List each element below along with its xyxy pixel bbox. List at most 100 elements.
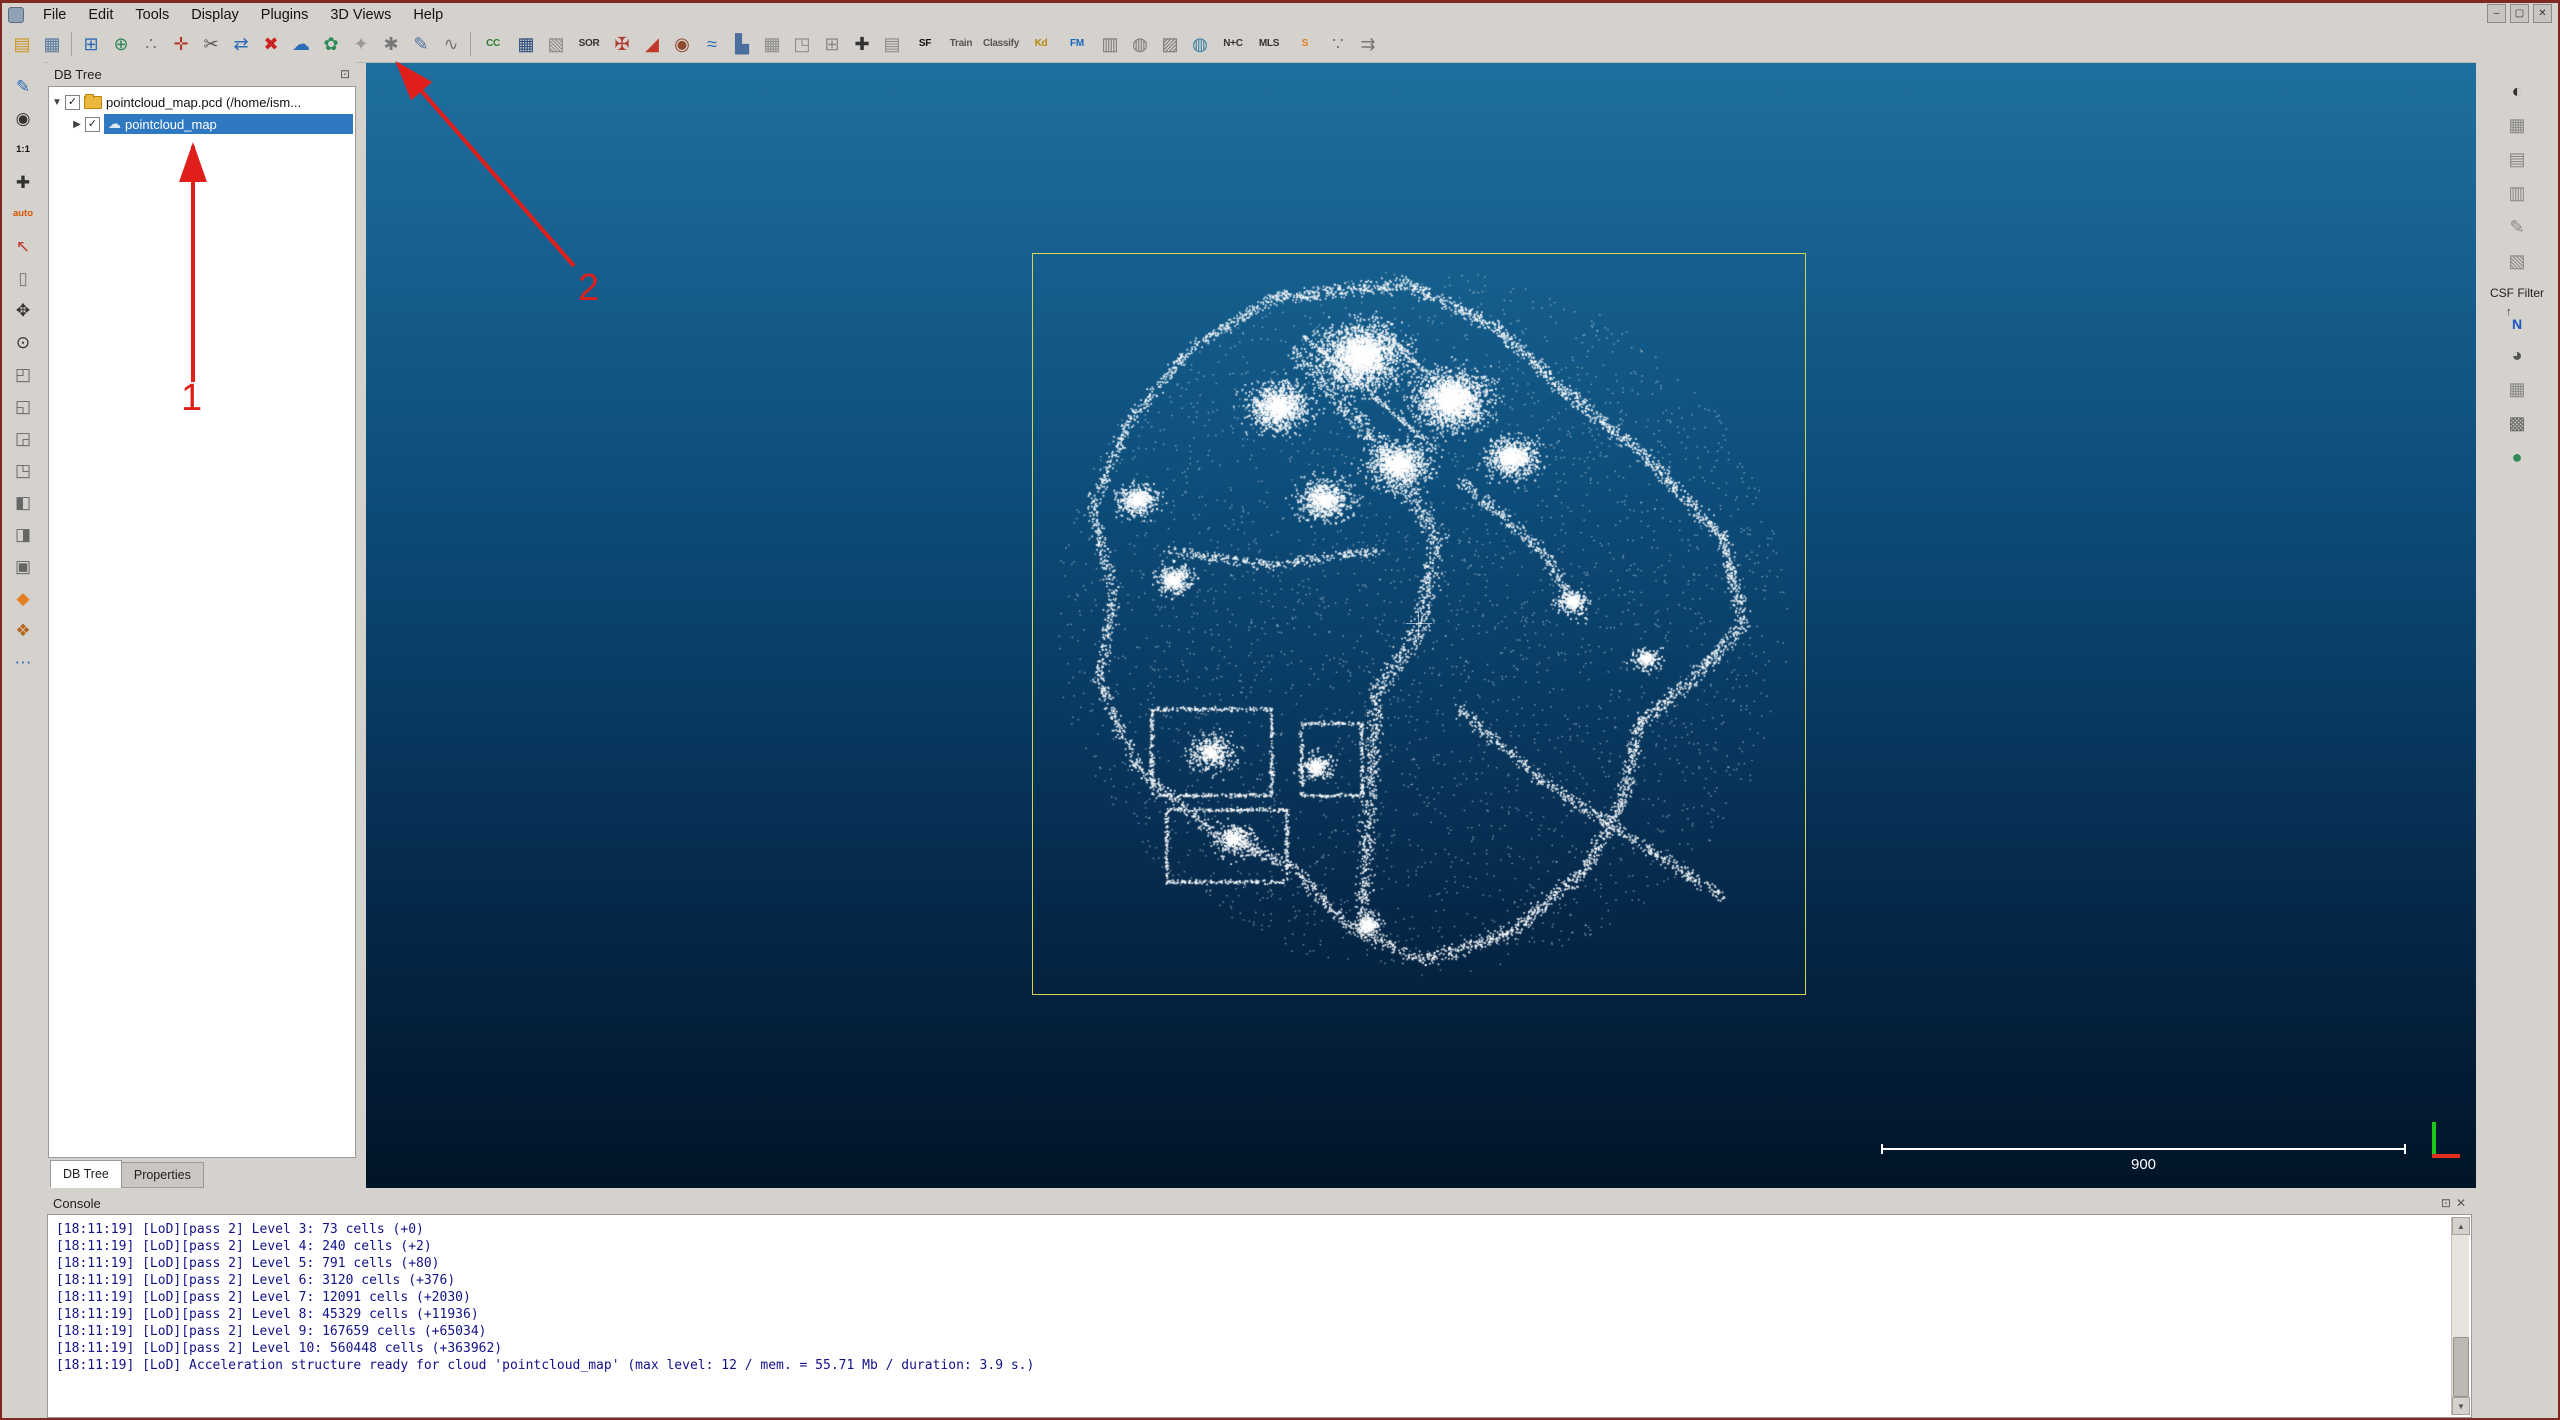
pencil-icon[interactable]: ✎ <box>407 30 435 58</box>
float-panel-icon[interactable]: ⊡ <box>2441 1196 2451 1210</box>
tab-db-tree[interactable]: DB Tree <box>50 1160 122 1188</box>
view-bottom-icon[interactable]: ◨ <box>9 520 37 548</box>
cloud-checkbox[interactable]: ✓ <box>85 117 100 132</box>
palette-icon[interactable]: ❖ <box>9 616 37 644</box>
float-panel-icon[interactable]: ⊡ <box>340 67 350 81</box>
edit-pencil-icon[interactable]: ✎ <box>9 72 37 100</box>
menu-item[interactable]: Edit <box>77 3 124 26</box>
chip-plugin-icon[interactable]: ▦ <box>2502 110 2532 140</box>
scroll-down-icon[interactable]: ▼ <box>2452 1397 2470 1415</box>
view-right-icon[interactable]: ◳ <box>9 456 37 484</box>
scissors-icon[interactable]: ✂ <box>197 30 225 58</box>
mls-smooth-icon[interactable]: MLS <box>1252 30 1286 58</box>
console-scrollbar[interactable]: ▲ ▼ <box>2451 1217 2469 1415</box>
rotation-center-icon[interactable]: ↖ <box>9 232 37 260</box>
poisson-icon[interactable]: ∵ <box>1324 30 1352 58</box>
auto-pick-icon[interactable]: auto <box>9 200 37 228</box>
leaf-icon[interactable]: ✿ <box>317 30 345 58</box>
cloud-label[interactable]: pointcloud_map <box>125 117 217 132</box>
histogram-icon[interactable]: ▙ <box>728 30 756 58</box>
menu-item[interactable]: Plugins <box>250 3 320 26</box>
tab-properties[interactable]: Properties <box>121 1162 204 1188</box>
pan-icon[interactable]: ✥ <box>9 296 37 324</box>
page-icon[interactable]: ▤ <box>878 30 906 58</box>
kd-tree-icon[interactable]: Kd <box>1024 30 1058 58</box>
cc-logo-icon[interactable]: CC <box>476 30 510 58</box>
m3c2-icon[interactable]: ▥ <box>1096 30 1124 58</box>
expander-closed-icon[interactable]: ▶ <box>69 119 85 130</box>
ransac-icon[interactable]: S <box>1288 30 1322 58</box>
sor-filter-icon[interactable]: SOR <box>572 30 606 58</box>
screenshot-icon[interactable]: ◉ <box>9 104 37 132</box>
sphere-plugin-icon[interactable]: ◕ <box>2502 340 2532 370</box>
clone-icon[interactable]: ⊞ <box>77 30 105 58</box>
view-top-icon[interactable]: ◧ <box>9 488 37 516</box>
pencil-plugin-icon[interactable]: ✎ <box>2502 212 2532 242</box>
normals-compute-icon[interactable]: N+C <box>1216 30 1250 58</box>
magic-wand-icon[interactable]: ✦ <box>347 30 375 58</box>
clipping-box-icon[interactable]: ▯ <box>9 264 37 292</box>
gear-icon[interactable]: ✱ <box>377 30 405 58</box>
open-icon[interactable]: ▤ <box>8 30 36 58</box>
close-button[interactable]: ✕ <box>2533 4 2552 23</box>
noise-filter-icon[interactable]: ▧ <box>542 30 570 58</box>
tree-row-cloud[interactable]: ▶ ✓ ☁ pointcloud_map <box>49 113 355 135</box>
save-icon[interactable]: ▦ <box>38 30 66 58</box>
selected-item-highlight[interactable]: ☁ pointcloud_map <box>104 114 353 134</box>
sphere-icon[interactable]: ☁ <box>287 30 315 58</box>
menu-item[interactable]: Help <box>402 3 454 26</box>
menu-item[interactable]: 3D Views <box>319 3 402 26</box>
tree-row-root[interactable]: ▼ ✓ pointcloud_map.pcd (/home/ism... <box>49 91 355 113</box>
sf-arithmetic-icon[interactable]: SF <box>908 30 942 58</box>
wave-icon[interactable]: ≈ <box>698 30 726 58</box>
view-left-icon[interactable]: ◲ <box>9 424 37 452</box>
grid-tool-icon[interactable]: ▦ <box>758 30 786 58</box>
zoom-1-1-icon[interactable]: 1:1 <box>9 136 37 164</box>
merge-icon[interactable]: ⊕ <box>107 30 135 58</box>
ruler-plugin-icon[interactable]: ▥ <box>2502 178 2532 208</box>
film-plugin-icon[interactable]: ▤ <box>2502 144 2532 174</box>
globe-plugin-icon[interactable]: ● <box>2502 442 2532 472</box>
minimize-button[interactable]: – <box>2487 4 2506 23</box>
translate-icon[interactable]: ⇄ <box>227 30 255 58</box>
expander-open-icon[interactable]: ▼ <box>49 97 65 108</box>
maximize-button[interactable]: ▢ <box>2510 4 2529 23</box>
menu-item[interactable]: Tools <box>124 3 180 26</box>
canupo-train-icon[interactable]: Train <box>944 30 978 58</box>
root-label[interactable]: pointcloud_map.pcd (/home/ism... <box>106 95 301 110</box>
scrollbar-thumb[interactable] <box>2453 1337 2469 1397</box>
north-compass-icon[interactable]: ↑ N <box>2502 306 2532 336</box>
add-constant-icon[interactable]: ✚ <box>848 30 876 58</box>
gl-viewport[interactable]: 900 <box>366 62 2476 1188</box>
globe-icon[interactable]: ◍ <box>1186 30 1214 58</box>
zoom-fit-icon[interactable]: ✚ <box>9 168 37 196</box>
cube-plugin-icon[interactable]: ▩ <box>2502 408 2532 438</box>
menu-item[interactable]: File <box>32 3 77 26</box>
matrix-icon[interactable]: ⊞ <box>818 30 846 58</box>
root-checkbox[interactable]: ✓ <box>65 95 80 110</box>
facet-plane-icon[interactable]: ◢ <box>638 30 666 58</box>
checker-icon[interactable]: ▦ <box>512 30 540 58</box>
iso-cube-icon[interactable]: ◆ <box>9 584 37 612</box>
menu-item[interactable]: Display <box>180 3 250 26</box>
shade-icon[interactable]: ▨ <box>1156 30 1184 58</box>
view-iso-icon[interactable]: ▣ <box>9 552 37 580</box>
view-front-icon[interactable]: ◰ <box>9 360 37 388</box>
fm-icon[interactable]: FM <box>1060 30 1094 58</box>
canupo-classify-icon[interactable]: Classify <box>980 30 1022 58</box>
cork-icon[interactable]: ◉ <box>668 30 696 58</box>
subsample-icon[interactable]: ∴ <box>137 30 165 58</box>
more-options-icon[interactable]: ⋯ <box>9 648 37 676</box>
compass-tool-icon[interactable]: ✠ <box>608 30 636 58</box>
animation-icon[interactable]: ⇉ <box>1354 30 1382 58</box>
grid-plugin-icon[interactable]: ▦ <box>2502 374 2532 404</box>
mesh-tool-icon[interactable]: ◳ <box>788 30 816 58</box>
mask-plugin-icon[interactable]: ▧ <box>2502 246 2532 276</box>
magnifier-icon[interactable]: ⊙ <box>9 328 37 356</box>
close-panel-icon[interactable]: ✕ <box>2456 1196 2466 1210</box>
cross-section-icon[interactable]: ✛ <box>167 30 195 58</box>
view-back-icon[interactable]: ◱ <box>9 392 37 420</box>
pcv-icon[interactable]: ◍ <box>1126 30 1154 58</box>
polyline-icon[interactable]: ∿ <box>437 30 465 58</box>
delete-icon[interactable]: ✖ <box>257 30 285 58</box>
